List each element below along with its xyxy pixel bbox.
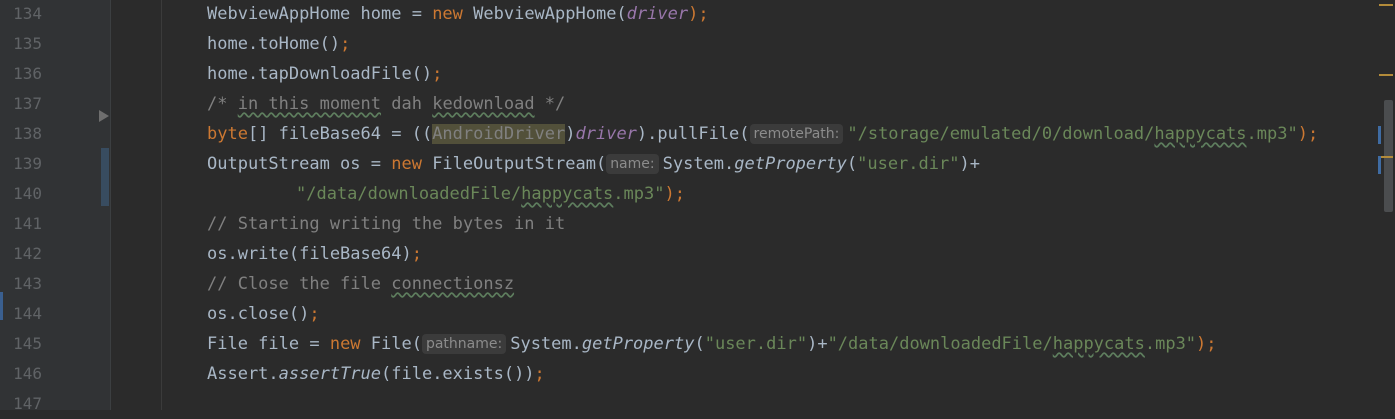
code-line[interactable]: 136 home.tapDownloadFile(); [0,59,1395,89]
line-number: 146 [13,364,42,383]
line-number: 145 [13,334,42,353]
code-line[interactable]: 140 "/data/downloadedFile/happycats.mp3"… [0,179,1395,209]
code-text[interactable]: /* in this moment dah kedownload */ [207,89,565,119]
code-text[interactable]: WebviewAppHome home = new WebviewAppHome… [207,0,709,29]
line-number: 135 [13,34,42,53]
code-text[interactable]: "/data/downloadedFile/happycats.mp3"); [296,179,685,209]
line-number: 138 [13,124,42,143]
code-line[interactable]: 141 // Starting writing the bytes in it [0,209,1395,239]
code-line[interactable]: 146 Assert.assertTrue(file.exists()); [0,359,1395,389]
warning-stripe-marker[interactable] [1379,4,1393,6]
code-line[interactable]: 137 /* in this moment dah kedownload */ [0,89,1395,119]
line-number: 134 [13,4,42,23]
code-text[interactable]: OutputStream os = new FileOutputStream(n… [207,149,980,179]
code-line[interactable]: 143 // Close the file connectionsz [0,269,1395,299]
warning-stripe-marker[interactable] [1379,74,1393,76]
line-number: 144 [13,304,42,323]
redundant-cast-highlight[interactable]: AndroidDriver [432,124,566,144]
change-stripe-marker[interactable] [1378,156,1381,174]
code-line[interactable]: 139 OutputStream os = new FileOutputStre… [0,149,1395,179]
code-text[interactable]: File file = new File(pathname: System.get… [207,329,1217,359]
code-line[interactable]: 147 [0,389,1395,419]
parameter-hint: pathname: [421,334,507,354]
line-number: 143 [13,274,42,293]
code-line[interactable]: 145 File file = new File(pathname: System… [0,329,1395,359]
change-stripe-marker[interactable] [1378,126,1381,144]
code-line[interactable]: 134 WebviewAppHome home = new WebviewApp… [0,0,1395,29]
code-line[interactable]: 138 byte[] fileBase64 = ((AndroidDriver)… [0,119,1395,149]
code-line[interactable]: 142 os.write(fileBase64); [0,239,1395,269]
line-number: 147 [13,394,42,413]
code-text[interactable]: home.tapDownloadFile(); [207,59,442,89]
parameter-hint: remotePath: [749,124,844,144]
line-number: 136 [13,64,42,83]
line-number: 142 [13,244,42,263]
line-number: 137 [13,94,42,113]
code-text[interactable]: home.toHome(); [207,29,350,59]
code-text[interactable]: os.write(fileBase64); [207,239,422,269]
code-text[interactable]: os.close(); [207,299,320,329]
code-text[interactable]: Assert.assertTrue(file.exists()); [207,359,545,389]
vertical-scrollbar[interactable] [1383,0,1395,410]
line-number: 140 [13,184,42,203]
warning-stripe-marker[interactable] [1379,156,1393,158]
line-number: 141 [13,214,42,233]
code-text[interactable]: // Close the file connectionsz [207,269,514,299]
code-line[interactable]: 135 home.toHome(); [0,29,1395,59]
parameter-hint: name: [606,154,659,174]
line-number: 139 [13,154,42,173]
code-line[interactable]: 144 os.close(); [0,299,1395,329]
code-text[interactable]: byte[] fileBase64 = ((AndroidDriver)driv… [207,119,1318,149]
code-text[interactable]: // Starting writing the bytes in it [207,209,565,239]
